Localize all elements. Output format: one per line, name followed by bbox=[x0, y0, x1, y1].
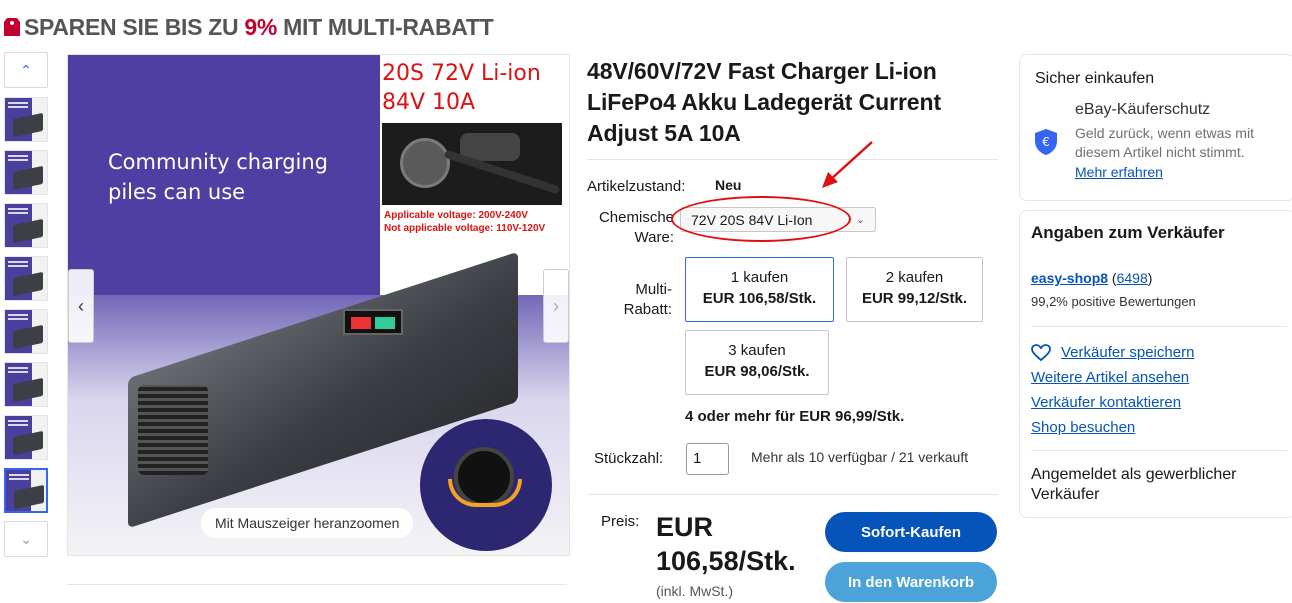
main-product-image[interactable]: Community charging piles can use 20S 72V… bbox=[67, 54, 570, 556]
safe-shopping-heading: Sicher einkaufen bbox=[1035, 70, 1155, 87]
chevron-up-icon: ⌃ bbox=[20, 61, 32, 78]
knob-detail-image bbox=[420, 419, 552, 551]
divider bbox=[67, 584, 567, 585]
tier-price: EUR 98,06/Stk. bbox=[704, 363, 810, 380]
svg-text:€: € bbox=[1042, 135, 1050, 149]
chevron-down-icon: ⌄ bbox=[20, 530, 32, 547]
seller-name-link[interactable]: easy-shop8 bbox=[1031, 270, 1108, 286]
discount-tier-1[interactable]: 1 kaufen EUR 106,58/Stk. bbox=[685, 257, 834, 322]
condition-label: Artikelzustand: bbox=[587, 178, 686, 195]
zoom-hint: Mit Mauszeiger heranzoomen bbox=[201, 508, 414, 538]
variant-label: Chemische Ware: bbox=[598, 209, 674, 246]
multi-discount-label: Multi-Rabatt: bbox=[623, 281, 672, 318]
seller-rating-link[interactable]: 6498 bbox=[1117, 270, 1148, 286]
thumbnail[interactable] bbox=[4, 309, 48, 354]
tier-qty: 2 kaufen bbox=[885, 269, 944, 286]
chevron-down-icon: ⌄ bbox=[855, 214, 865, 226]
seller-heading: Angaben zum Verkäufer bbox=[1031, 223, 1225, 242]
bulk-discount-text: 4 oder mehr für EUR 96,99/Stk. bbox=[685, 408, 905, 425]
power-plug-image bbox=[382, 123, 562, 205]
tier-price: EUR 106,58/Stk. bbox=[702, 290, 817, 307]
thumbnail-strip: ⌃ ⌄ bbox=[4, 52, 50, 557]
quantity-label: Stückzahl: bbox=[594, 450, 664, 467]
previous-image-button[interactable]: ‹ bbox=[68, 269, 94, 343]
thumbnail[interactable] bbox=[4, 415, 48, 460]
voltage-note: Applicable voltage: 200V-240V Not applic… bbox=[384, 210, 546, 234]
thumbnail[interactable] bbox=[4, 256, 48, 301]
next-image-button[interactable]: › bbox=[543, 269, 569, 343]
quantity-input[interactable]: 1 bbox=[686, 443, 729, 475]
tier-qty: 1 kaufen bbox=[730, 269, 789, 286]
chevron-left-icon: ‹ bbox=[78, 295, 84, 316]
thumbnail[interactable] bbox=[4, 150, 48, 195]
buyer-protection-title: eBay-Käuferschutz bbox=[1075, 101, 1211, 118]
annotation-arrow-icon bbox=[822, 141, 873, 188]
divider bbox=[587, 159, 998, 160]
thumbnail[interactable] bbox=[4, 362, 48, 407]
tier-qty: 3 kaufen bbox=[728, 342, 786, 359]
add-to-cart-button[interactable]: In den Warenkorb bbox=[825, 562, 997, 602]
chevron-right-icon: › bbox=[553, 295, 559, 316]
price-tag-icon bbox=[4, 16, 20, 38]
thumb-scroll-down-button[interactable]: ⌄ bbox=[4, 521, 48, 557]
price-value: EUR 106,58/Stk. bbox=[656, 512, 796, 576]
condition-value: Neu bbox=[715, 177, 742, 193]
price-label: Preis: bbox=[601, 513, 640, 530]
contact-seller-link[interactable]: Verkäufer kontaktieren bbox=[1031, 394, 1181, 411]
product-title: 48V/60V/72V Fast Charger Li-ion LiFePo4 … bbox=[587, 58, 942, 146]
learn-more-link[interactable]: Mehr erfahren bbox=[1075, 164, 1163, 180]
visit-shop-link[interactable]: Shop besuchen bbox=[1031, 419, 1135, 436]
more-items-link[interactable]: Weitere Artikel ansehen bbox=[1031, 369, 1189, 386]
price-tax-note: (inkl. MwSt.) bbox=[656, 583, 733, 599]
save-seller-link[interactable]: Verkäufer speichern bbox=[1061, 344, 1194, 361]
discount-banner: SPAREN SIE BIS ZU 9% MIT MULTI-RABATT bbox=[4, 10, 494, 44]
image-spec-title: 20S 72V Li-ion 84V 10A bbox=[382, 61, 541, 115]
heart-icon[interactable] bbox=[1031, 344, 1051, 362]
business-seller-note: Angemeldet als gewerblicher Verkäufer bbox=[1031, 466, 1237, 503]
banner-text: SPAREN SIE BIS ZU 9% MIT MULTI-RABATT bbox=[24, 13, 494, 40]
discount-tier-3[interactable]: 3 kaufen EUR 98,06/Stk. bbox=[685, 330, 829, 395]
shield-euro-icon: € bbox=[1035, 129, 1057, 155]
availability-text: Mehr als 10 verfügbar / 21 verkauft bbox=[751, 449, 969, 465]
image-caption: Community charging piles can use bbox=[108, 150, 329, 204]
buy-now-button[interactable]: Sofort-Kaufen bbox=[825, 512, 997, 552]
divider bbox=[587, 494, 998, 495]
divider bbox=[1031, 450, 1287, 451]
thumbnail[interactable] bbox=[4, 97, 48, 142]
annotation-ellipse bbox=[671, 196, 851, 242]
thumb-scroll-up-button[interactable]: ⌃ bbox=[4, 52, 48, 88]
divider bbox=[1031, 326, 1287, 327]
discount-tier-2[interactable]: 2 kaufen EUR 99,12/Stk. bbox=[846, 257, 983, 322]
seller-info: easy-shop8 (6498) bbox=[1031, 270, 1153, 286]
tier-price: EUR 99,12/Stk. bbox=[861, 290, 968, 307]
thumbnail-active[interactable] bbox=[4, 468, 48, 513]
buyer-protection-desc: Geld zurück, wenn etwas mit diesem Artik… bbox=[1075, 125, 1254, 160]
thumbnail[interactable] bbox=[4, 203, 48, 248]
seller-positive-feedback: 99,2% positive Bewertungen bbox=[1031, 294, 1196, 309]
